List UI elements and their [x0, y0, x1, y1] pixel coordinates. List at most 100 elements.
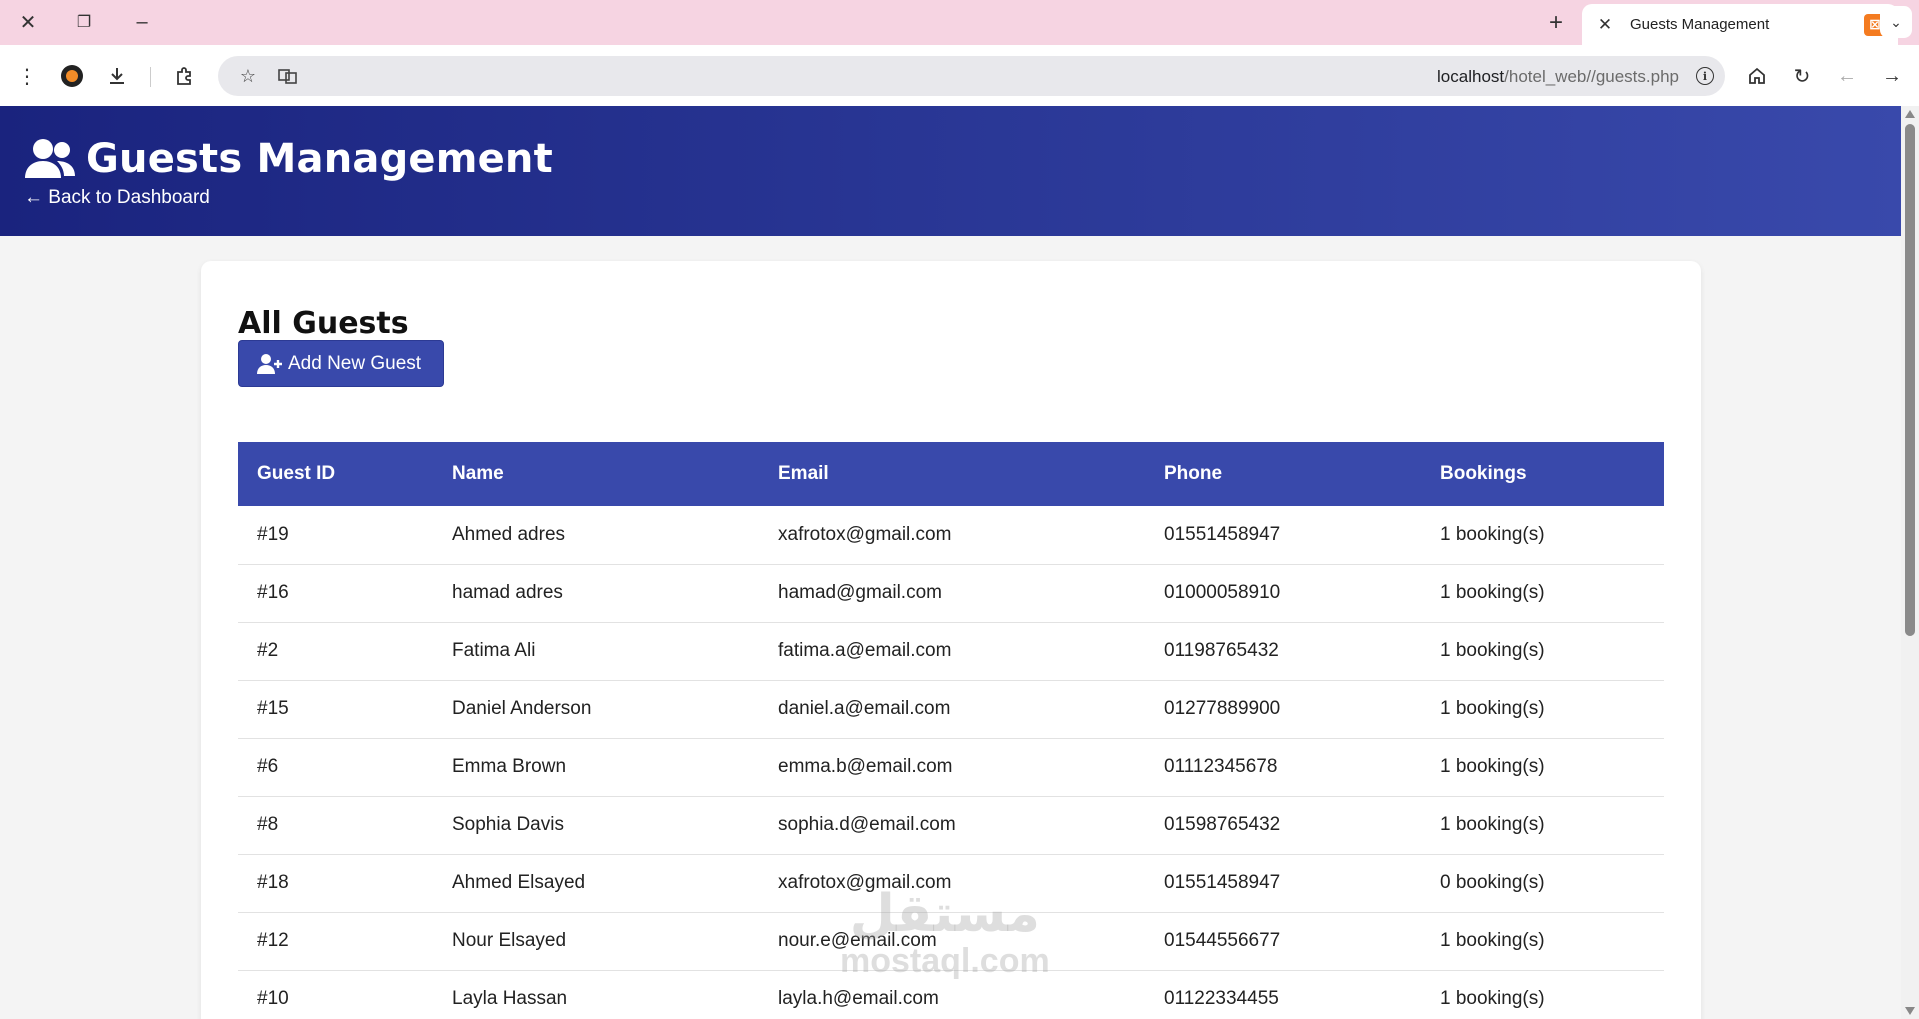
browser-toolbar: ⋮ ☆ localhost/hotel_web//guests.php i ↻ …: [0, 45, 1919, 106]
page-title-text: Guests Management: [86, 136, 553, 182]
cell-name: Sophia Davis: [433, 796, 759, 855]
scroll-up-icon[interactable]: [1905, 110, 1915, 118]
scrollbar-thumb[interactable]: [1905, 124, 1915, 636]
table-row[interactable]: #16 hamad adres hamad@gmail.com 01000058910…: [238, 564, 1664, 623]
back-to-dashboard-link[interactable]: ← Back to Dashboard: [24, 187, 210, 209]
cell-phone: 01551458947: [1145, 506, 1421, 565]
browser-tab[interactable]: ✕ Guests Management ⊠: [1582, 4, 1898, 45]
table-row[interactable]: #12 Nour Elsayed nour.e@email.com 015445566…: [238, 912, 1664, 971]
cell-email: nour.e@email.com: [759, 912, 1145, 971]
cell-email: xafrotox@gmail.com: [759, 506, 1145, 565]
cell-id: #15: [238, 680, 433, 739]
cell-name: Nour Elsayed: [433, 912, 759, 971]
column-header-name: Name: [433, 442, 759, 506]
page-viewport: Guests Management ← Back to Dashboard Al…: [0, 106, 1901, 1019]
close-window-icon[interactable]: ✕: [13, 7, 43, 37]
cell-bookings: 1 booking(s): [1421, 622, 1664, 681]
add-new-guest-button[interactable]: Add New Guest: [238, 340, 444, 387]
cell-phone: 01544556677: [1145, 912, 1421, 971]
more-menu-icon[interactable]: ⋮: [10, 59, 44, 93]
cell-phone: 01000058910: [1145, 564, 1421, 623]
cell-bookings: 1 booking(s): [1421, 912, 1664, 971]
table-row[interactable]: #2 Fatima Ali fatima.a@email.com 0119876543…: [238, 622, 1664, 681]
cell-name: hamad adres: [433, 564, 759, 623]
cell-phone: 01551458947: [1145, 854, 1421, 913]
new-tab-icon[interactable]: +: [1541, 8, 1571, 38]
cell-bookings: 1 booking(s): [1421, 564, 1664, 623]
cell-id: #12: [238, 912, 433, 971]
url-path: /hotel_web//guests.php: [1504, 67, 1679, 86]
bookmark-star-icon[interactable]: ☆: [232, 60, 264, 92]
cell-id: #19: [238, 506, 433, 565]
table-header-row: Guest ID Name Email Phone Bookings: [238, 442, 1664, 506]
chevron-down-icon[interactable]: ⌄: [1880, 6, 1912, 38]
cell-phone: 01598765432: [1145, 796, 1421, 855]
cell-id: #2: [238, 622, 433, 681]
url-host: localhost: [1437, 67, 1505, 86]
cell-name: Fatima Ali: [433, 622, 759, 681]
table-row[interactable]: #6 Emma Brown emma.b@email.com 01112345678 1…: [238, 738, 1664, 797]
page-title: Guests Management: [24, 136, 553, 182]
cell-phone: 01198765432: [1145, 622, 1421, 681]
minimize-window-icon[interactable]: –: [127, 7, 157, 37]
back-arrow-icon[interactable]: ←: [1830, 59, 1864, 93]
users-icon: [25, 139, 75, 178]
guests-card: All Guests Add New Guest Guest ID Name E…: [201, 261, 1701, 1019]
cell-id: #10: [238, 970, 433, 1019]
table-row[interactable]: #10 Layla Hassan layla.h@email.com 01122334…: [238, 970, 1664, 1019]
cell-email: emma.b@email.com: [759, 738, 1145, 797]
cell-id: #6: [238, 738, 433, 797]
download-icon[interactable]: [100, 59, 134, 93]
cell-email: daniel.a@email.com: [759, 680, 1145, 739]
table-row[interactable]: #15 Daniel Anderson daniel.a@email.com 0127…: [238, 680, 1664, 739]
cell-name: Layla Hassan: [433, 970, 759, 1019]
column-header-guest-id: Guest ID: [238, 442, 433, 506]
profile-avatar-icon[interactable]: [55, 59, 89, 93]
table-row[interactable]: #19 Ahmed adres xafrotox@gmail.com 01551458…: [238, 506, 1664, 565]
cell-phone: 01122334455: [1145, 970, 1421, 1019]
url-text[interactable]: localhost/hotel_web//guests.php: [1437, 67, 1679, 87]
table-row[interactable]: #8 Sophia Davis sophia.d@email.com 01598765…: [238, 796, 1664, 855]
cell-bookings: 1 booking(s): [1421, 796, 1664, 855]
add-new-guest-label: Add New Guest: [288, 352, 422, 374]
cell-email: sophia.d@email.com: [759, 796, 1145, 855]
cell-name: Ahmed adres: [433, 506, 759, 565]
scroll-down-icon[interactable]: [1905, 1007, 1915, 1015]
tab-close-icon[interactable]: ✕: [1594, 14, 1616, 36]
tab-title: Guests Management: [1630, 16, 1770, 33]
extensions-icon[interactable]: [168, 59, 202, 93]
cell-name: Daniel Anderson: [433, 680, 759, 739]
cell-bookings: 1 booking(s): [1421, 506, 1664, 565]
cell-bookings: 1 booking(s): [1421, 970, 1664, 1019]
forward-arrow-icon[interactable]: →: [1875, 59, 1909, 93]
page-header: Guests Management ← Back to Dashboard: [0, 106, 1901, 236]
home-icon[interactable]: [1740, 59, 1774, 93]
table-row[interactable]: #18 Ahmed Elsayed xafrotox@gmail.com 015514…: [238, 854, 1664, 913]
reload-icon[interactable]: ↻: [1785, 59, 1819, 93]
guests-table: Guest ID Name Email Phone Bookings #19 Ah…: [238, 442, 1664, 1019]
cell-bookings: 1 booking(s): [1421, 738, 1664, 797]
cell-email: layla.h@email.com: [759, 970, 1145, 1019]
page-scrollbar[interactable]: [1901, 106, 1919, 1019]
cell-bookings: 0 booking(s): [1421, 854, 1664, 913]
cell-email: hamad@gmail.com: [759, 564, 1145, 623]
cell-email: xafrotox@gmail.com: [759, 854, 1145, 913]
cell-phone: 01112345678: [1145, 738, 1421, 797]
column-header-phone: Phone: [1145, 442, 1421, 506]
tab-strip: ✕ ❐ – + ✕ Guests Management ⊠ ⌄: [0, 0, 1919, 45]
site-info-icon[interactable]: i: [1689, 60, 1721, 92]
column-header-email: Email: [759, 442, 1145, 506]
restore-window-icon[interactable]: ❐: [69, 7, 99, 37]
cell-id: #18: [238, 854, 433, 913]
column-header-bookings: Bookings: [1421, 442, 1664, 506]
user-plus-icon: [257, 353, 282, 374]
cell-email: fatima.a@email.com: [759, 622, 1145, 681]
toolbar-divider: [150, 67, 151, 87]
cell-name: Emma Brown: [433, 738, 759, 797]
cell-name: Ahmed Elsayed: [433, 854, 759, 913]
cell-phone: 01277889900: [1145, 680, 1421, 739]
cell-bookings: 1 booking(s): [1421, 680, 1664, 739]
card-title: All Guests: [238, 306, 409, 341]
translate-icon[interactable]: [272, 60, 304, 92]
address-bar[interactable]: ☆ localhost/hotel_web//guests.php i: [218, 56, 1725, 96]
